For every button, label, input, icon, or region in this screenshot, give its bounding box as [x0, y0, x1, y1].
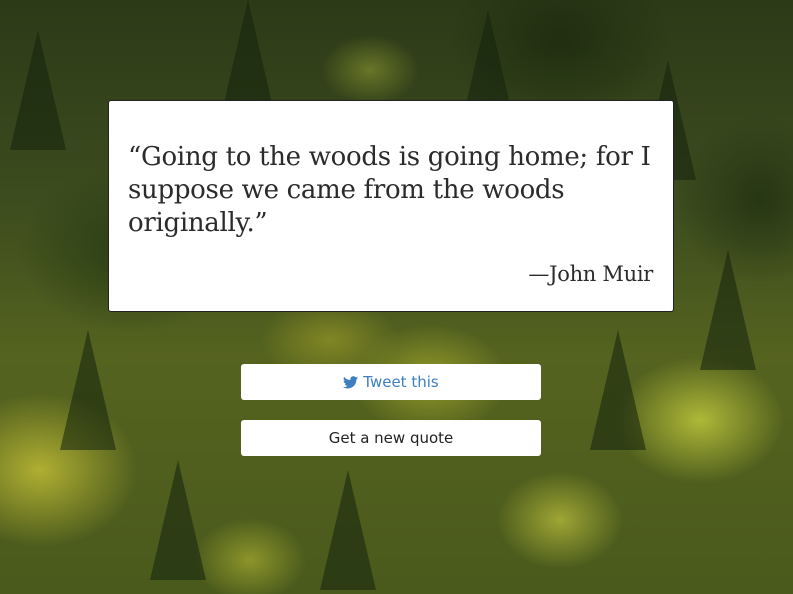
tree-shape: [700, 250, 756, 370]
tree-shape: [10, 30, 66, 150]
quote-card: “Going to the woods is going home; for I…: [108, 100, 674, 312]
new-quote-button[interactable]: Get a new quote: [241, 420, 541, 456]
twitter-bird-icon: [343, 375, 359, 389]
tweet-button[interactable]: Tweet this: [241, 364, 541, 400]
tweet-button-label: Tweet this: [363, 373, 439, 391]
new-quote-button-label: Get a new quote: [328, 429, 454, 447]
tree-shape: [590, 330, 646, 450]
tree-shape: [150, 460, 206, 580]
tree-shape: [60, 330, 116, 450]
quote-text: “Going to the woods is going home; for I…: [128, 142, 651, 238]
quote-author: —John Muir: [528, 262, 653, 286]
tree-shape: [320, 470, 376, 590]
